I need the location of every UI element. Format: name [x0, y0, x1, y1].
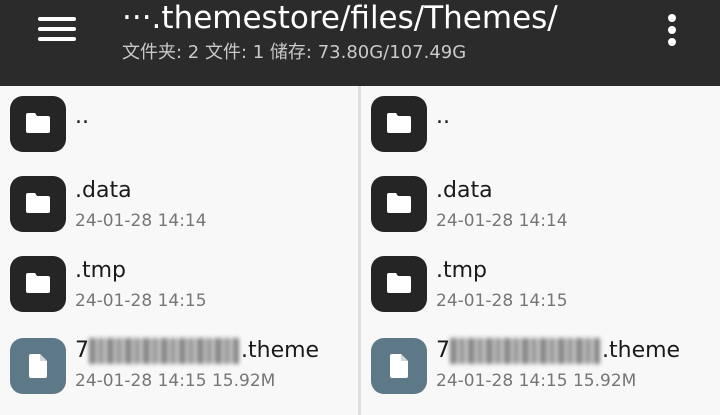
redacted-text — [89, 338, 239, 364]
left-file-pane: .. .data 24-01-28 14:14 .tmp 24-01-28 14… — [0, 86, 361, 415]
list-item-parent-folder[interactable]: .. — [0, 86, 358, 166]
item-meta: 24-01-28 14:15 15.92M — [436, 371, 637, 391]
storage-summary: 文件夹: 2 文件: 1 储存: 73.80G/107.49G — [122, 42, 467, 63]
list-item-file[interactable]: 7 .theme 24-01-28 14:15 15.92M — [361, 326, 720, 406]
list-item-folder[interactable]: .data 24-01-28 14:14 — [0, 166, 358, 246]
file-icon — [371, 338, 427, 394]
list-item-folder[interactable]: .data 24-01-28 14:14 — [361, 166, 720, 246]
folder-icon — [10, 176, 66, 232]
folder-icon — [371, 96, 427, 152]
item-name: .. — [75, 104, 89, 129]
item-name: .tmp — [436, 258, 488, 283]
item-name: 7 .theme — [75, 338, 319, 364]
item-name: 7 .theme — [436, 338, 680, 364]
folder-icon — [371, 256, 427, 312]
list-item-folder[interactable]: .tmp 24-01-28 14:15 — [361, 246, 720, 326]
list-item-file[interactable]: 7 .theme 24-01-28 14:15 15.92M — [0, 326, 358, 406]
item-meta: 24-01-28 14:15 — [75, 291, 207, 311]
item-meta: 24-01-28 14:15 15.92M — [75, 371, 276, 391]
item-name-prefix: 7 — [436, 338, 450, 363]
folder-icon — [10, 96, 66, 152]
item-meta: 24-01-28 14:14 — [436, 211, 568, 231]
item-name: .tmp — [75, 258, 127, 283]
path-title: ···.themestore/files/Themes/ — [122, 0, 558, 36]
right-file-pane: .. .data 24-01-28 14:14 .tmp 24-01-28 14… — [361, 86, 720, 415]
item-name: .. — [436, 104, 450, 129]
folder-icon — [10, 256, 66, 312]
redacted-text — [450, 338, 600, 364]
item-meta: 24-01-28 14:15 — [436, 291, 568, 311]
list-item-parent-folder[interactable]: .. — [361, 86, 720, 166]
list-item-folder[interactable]: .tmp 24-01-28 14:15 — [0, 246, 358, 326]
hamburger-menu-icon[interactable] — [30, 12, 82, 46]
item-name: .data — [436, 178, 493, 203]
item-meta: 24-01-28 14:14 — [75, 211, 207, 231]
item-name-suffix: .theme — [602, 338, 681, 363]
item-name: .data — [75, 178, 132, 203]
folder-icon — [371, 176, 427, 232]
more-vertical-icon[interactable] — [660, 12, 684, 48]
item-name-prefix: 7 — [75, 338, 89, 363]
file-icon — [10, 338, 66, 394]
item-name-suffix: .theme — [241, 338, 320, 363]
app-bar: ···.themestore/files/Themes/ 文件夹: 2 文件: … — [0, 0, 720, 86]
